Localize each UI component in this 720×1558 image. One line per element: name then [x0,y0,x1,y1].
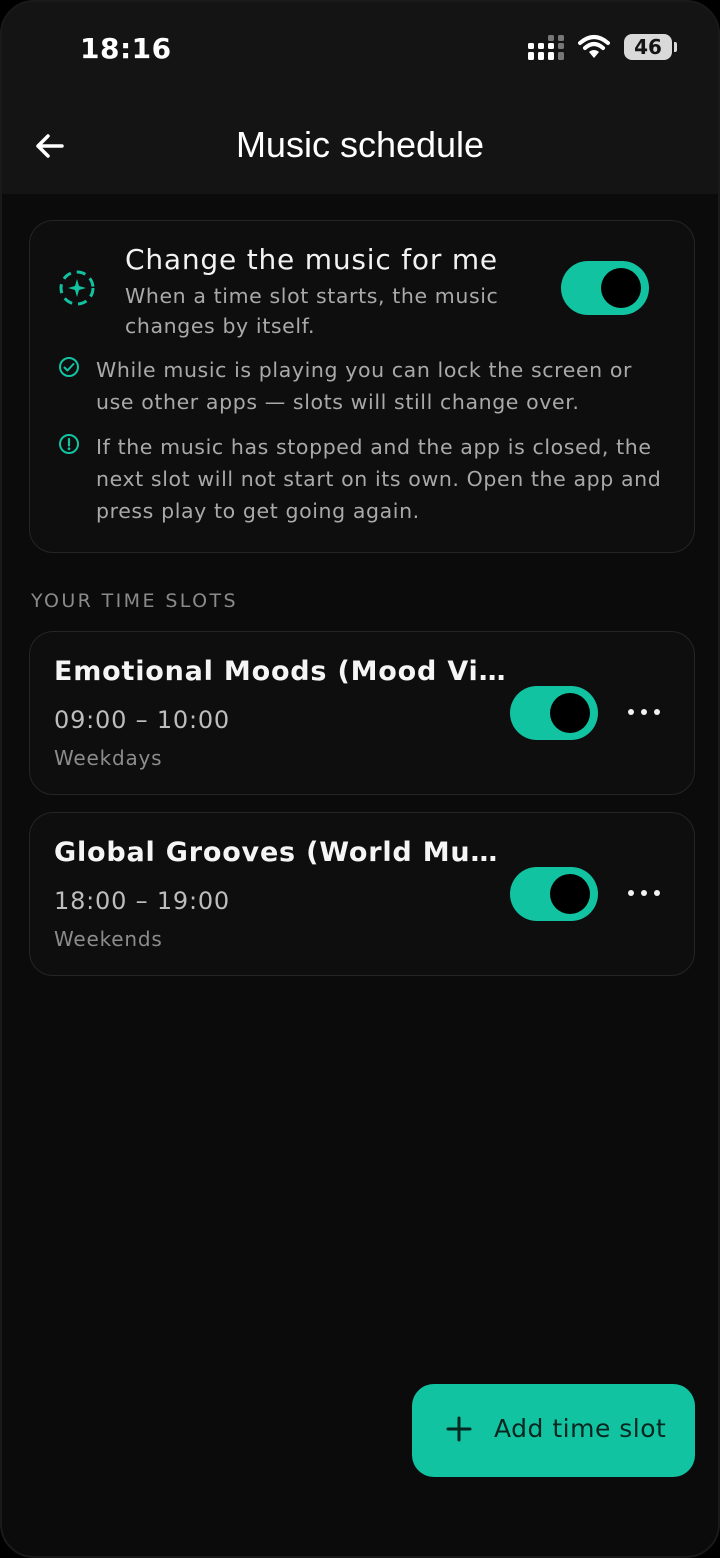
auto-change-description: When a time slot starts, the music chang… [125,284,499,338]
slot-days: Weekends [54,927,163,951]
slot-time: 09:00 – 10:00 [54,706,230,734]
add-time-slot-label: Add time slot [494,1414,667,1443]
wifi-icon [578,35,610,58]
battery-indicator: 46 [624,34,677,60]
note-background-playback: While music is playing you can lock the … [96,358,633,414]
check-circle-icon [59,357,79,377]
slot-days: Weekdays [54,746,163,770]
plus-icon [446,1416,472,1442]
info-circle-icon [59,434,79,454]
page-title: Music schedule [235,124,485,165]
slot-time: 18:00 – 19:00 [54,887,230,915]
app-bar: 18:16 46 Music schedule [2,2,718,194]
slot-toggle[interactable] [510,867,598,921]
slot-toggle[interactable] [510,686,598,740]
auto-change-toggle[interactable] [561,261,649,315]
time-slot-card[interactable]: Global Grooves (World Mus… 18:00 – 19:00… [29,812,695,976]
more-options-icon[interactable] [628,700,660,724]
status-time: 18:16 [80,32,172,65]
status-icons: 46 [528,34,677,60]
slot-name: Global Grooves (World Mus… [54,837,509,868]
signal-icon [528,35,564,60]
toggle-knob [550,693,590,733]
toggle-knob [601,268,641,308]
slot-name: Emotional Moods (Mood Vi… [54,656,507,687]
auto-change-card: Change the music for me When a time slot… [29,220,695,553]
auto-change-title: Change the music for me [125,243,498,276]
auto-change-icon [59,270,95,306]
note-app-closed: If the music has stopped and the app is … [96,435,662,523]
more-options-icon[interactable] [628,881,660,905]
toggle-knob [550,874,590,914]
section-label-time-slots: YOUR TIME SLOTS [31,590,238,612]
time-slot-card[interactable]: Emotional Moods (Mood Vi… 09:00 – 10:00 … [29,631,695,795]
screen: 18:16 46 Music schedule Change the music… [0,0,720,1558]
add-time-slot-button[interactable]: Add time slot [412,1384,695,1477]
